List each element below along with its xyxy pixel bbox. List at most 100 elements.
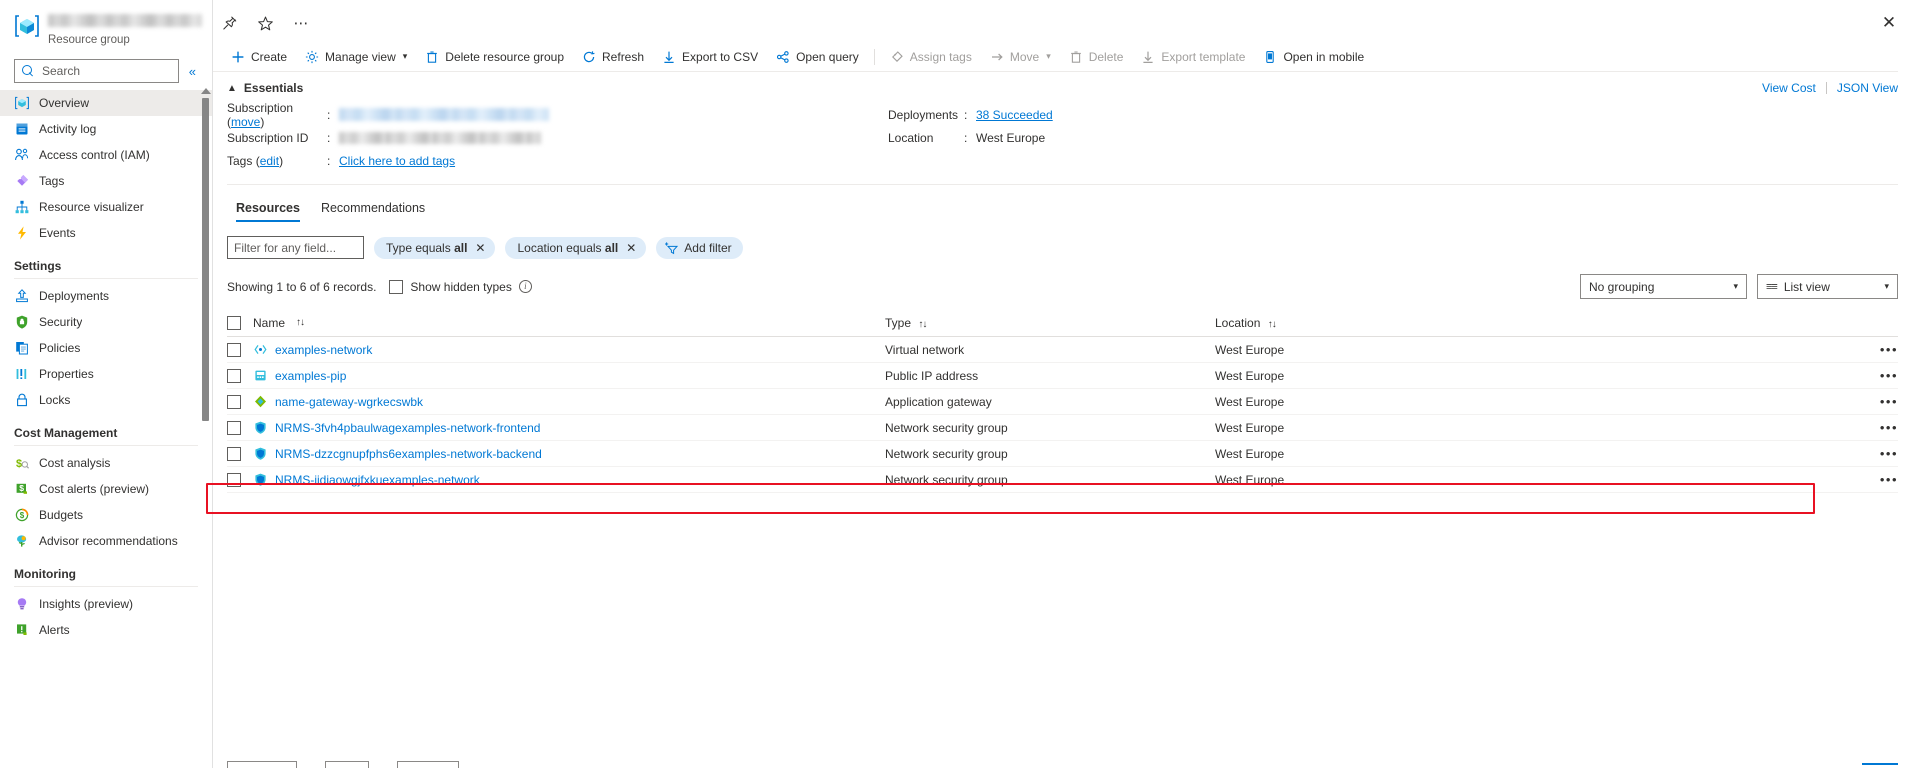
bottom-button-1[interactable] xyxy=(227,761,297,768)
essentials-right-column: Deployments : 38 Succeeded Location : We… xyxy=(888,103,1053,149)
move-button[interactable]: Move ▾ xyxy=(981,43,1060,71)
pin-icon[interactable] xyxy=(219,13,239,33)
sidebar-item-budgets[interactable]: $ Budgets xyxy=(0,502,212,528)
delete-resource-group-button[interactable]: Delete resource group xyxy=(416,43,573,71)
select-all-checkbox[interactable] xyxy=(227,315,241,330)
sidebar-item-label: Cost analysis xyxy=(39,456,111,470)
close-icon[interactable]: ✕ xyxy=(626,241,636,255)
info-icon[interactable]: i xyxy=(518,280,532,293)
row-checkbox[interactable] xyxy=(227,394,241,409)
view-select[interactable]: ≡≡ List view ▾ xyxy=(1757,274,1898,299)
row-checkbox[interactable] xyxy=(227,368,241,383)
row-actions-button[interactable]: ••• xyxy=(1858,394,1898,409)
scrollbar-thumb[interactable] xyxy=(202,98,209,421)
cost-alerts-icon: $ xyxy=(14,481,30,497)
delete-button[interactable]: Delete xyxy=(1060,43,1133,71)
assign-tags-button[interactable]: Assign tags xyxy=(881,43,981,71)
row-name-cell: name-gateway-wgrkecswbk xyxy=(253,394,885,409)
row-actions-button[interactable]: ••• xyxy=(1858,472,1898,487)
sidebar-item-security[interactable]: Security xyxy=(0,309,212,335)
filter-input[interactable] xyxy=(227,236,364,259)
sidebar-item-advisor-recommendations[interactable]: Advisor recommendations xyxy=(0,528,212,554)
row-actions-button[interactable]: ••• xyxy=(1858,420,1898,435)
column-header-type[interactable]: Type ↑↓ xyxy=(885,316,1215,330)
close-icon[interactable]: ✕ xyxy=(475,241,485,255)
row-actions-button[interactable]: ••• xyxy=(1858,446,1898,461)
export-template-button[interactable]: Export template xyxy=(1132,43,1254,71)
grouping-select[interactable]: No grouping ▾ xyxy=(1580,274,1747,299)
bottom-button-3[interactable] xyxy=(397,761,459,768)
row-checkbox[interactable] xyxy=(227,420,241,435)
row-checkbox[interactable] xyxy=(227,472,241,487)
table-row[interactable]: examples-network Virtual network West Eu… xyxy=(227,337,1898,363)
open-query-button[interactable]: Open query xyxy=(767,43,868,71)
sidebar-item-insights[interactable]: Insights (preview) xyxy=(0,591,212,617)
sidebar-item-locks[interactable]: Locks xyxy=(0,387,212,413)
table-row[interactable]: name-gateway-wgrkecswbk Application gate… xyxy=(227,389,1898,415)
sidebar-item-policies[interactable]: Policies xyxy=(0,335,212,361)
table-row[interactable]: examples-pip Public IP address West Euro… xyxy=(227,363,1898,389)
sidebar-item-tags[interactable]: Tags xyxy=(0,168,212,194)
row-checkbox[interactable] xyxy=(227,342,241,357)
tab-recommendations[interactable]: Recommendations xyxy=(312,197,434,222)
resource-link[interactable]: NRMS-dzzcgnupfphs6examples-network-backe… xyxy=(275,447,542,461)
sidebar-item-access-control[interactable]: Access control (IAM) xyxy=(0,142,212,168)
add-tags-link[interactable]: Click here to add tags xyxy=(339,154,455,168)
json-view-link[interactable]: JSON View xyxy=(1837,81,1898,95)
sidebar-scrollbar[interactable] xyxy=(200,88,211,528)
export-to-csv-button[interactable]: Export to CSV xyxy=(653,43,767,71)
move-subscription-link[interactable]: move xyxy=(231,115,260,129)
view-cost-link[interactable]: View Cost xyxy=(1762,81,1816,95)
filter-pill-type[interactable]: Type equals all ✕ xyxy=(374,236,496,259)
scroll-up-arrow-icon[interactable] xyxy=(200,88,211,94)
column-header-name[interactable]: Name ↑↓ xyxy=(253,316,885,330)
row-checkbox[interactable] xyxy=(227,446,241,461)
cmd-label: Export to CSV xyxy=(682,49,759,64)
tab-resources[interactable]: Resources xyxy=(227,197,309,222)
table-row[interactable]: NRMS-3fvh4pbaulwagexamples-network-front… xyxy=(227,415,1898,441)
show-hidden-types-toggle[interactable]: Show hidden types i xyxy=(389,279,532,294)
essentials-key-text: Tags xyxy=(227,153,253,168)
open-query-icon xyxy=(776,50,790,64)
row-actions-button[interactable]: ••• xyxy=(1858,342,1898,357)
open-in-mobile-button[interactable]: Open in mobile xyxy=(1254,43,1373,71)
blade-topbar: ⋯ ✕ xyxy=(213,0,1920,42)
sidebar-item-properties[interactable]: Properties xyxy=(0,361,212,387)
resource-link[interactable]: examples-pip xyxy=(275,369,346,383)
sidebar-item-cost-analysis[interactable]: $ Cost analysis xyxy=(0,450,212,476)
sidebar-item-overview[interactable]: Overview xyxy=(0,90,212,116)
manage-view-button[interactable]: Manage view ▾ xyxy=(296,43,416,71)
sidebar-item-label: Cost alerts (preview) xyxy=(39,482,150,496)
ellipsis-icon[interactable]: ⋯ xyxy=(291,13,311,33)
refresh-button[interactable]: Refresh xyxy=(573,43,653,71)
resource-link[interactable]: NRMS-3fvh4pbaulwagexamples-network-front… xyxy=(275,421,540,435)
resource-link[interactable]: name-gateway-wgrkecswbk xyxy=(275,395,423,409)
deployments-link[interactable]: 38 Succeeded xyxy=(976,108,1053,122)
edit-tags-link[interactable]: edit xyxy=(260,154,279,168)
collapse-sidebar-button[interactable]: « xyxy=(185,60,200,82)
search-input[interactable] xyxy=(40,63,170,79)
filter-pill-location[interactable]: Location equals all ✕ xyxy=(505,236,647,259)
sidebar-item-label: Overview xyxy=(39,96,90,110)
bottom-button-2[interactable] xyxy=(325,761,369,768)
sidebar-item-alerts[interactable]: Alerts xyxy=(0,617,212,643)
sidebar-item-activity-log[interactable]: Activity log xyxy=(0,116,212,142)
resource-link[interactable]: NRMS-iidiaowgjfxkuexamples-network xyxy=(275,473,480,487)
column-header-location[interactable]: Location ↑↓ xyxy=(1215,316,1858,330)
add-filter-button[interactable]: Add filter xyxy=(656,236,743,259)
create-button[interactable]: Create xyxy=(222,43,296,71)
sidebar-item-deployments[interactable]: Deployments xyxy=(0,283,212,309)
sidebar-item-cost-alerts[interactable]: $ Cost alerts (preview) xyxy=(0,476,212,502)
table-row[interactable]: NRMS-iidiaowgjfxkuexamples-network Netwo… xyxy=(227,467,1898,493)
essentials-row-location: Location : West Europe xyxy=(888,126,1053,149)
resource-link[interactable]: examples-network xyxy=(275,343,372,357)
sidebar-item-events[interactable]: Events xyxy=(0,220,212,246)
row-actions-button[interactable]: ••• xyxy=(1858,368,1898,383)
search-box[interactable] xyxy=(14,59,179,83)
table-row[interactable]: NRMS-dzzcgnupfphs6examples-network-backe… xyxy=(227,441,1898,467)
star-icon[interactable] xyxy=(255,13,275,33)
sidebar-item-resource-visualizer[interactable]: Resource visualizer xyxy=(0,194,212,220)
show-hidden-types-checkbox[interactable] xyxy=(389,279,404,294)
essentials-toggle[interactable]: ▲ Essentials xyxy=(227,81,303,95)
close-icon[interactable]: ✕ xyxy=(1878,12,1900,34)
